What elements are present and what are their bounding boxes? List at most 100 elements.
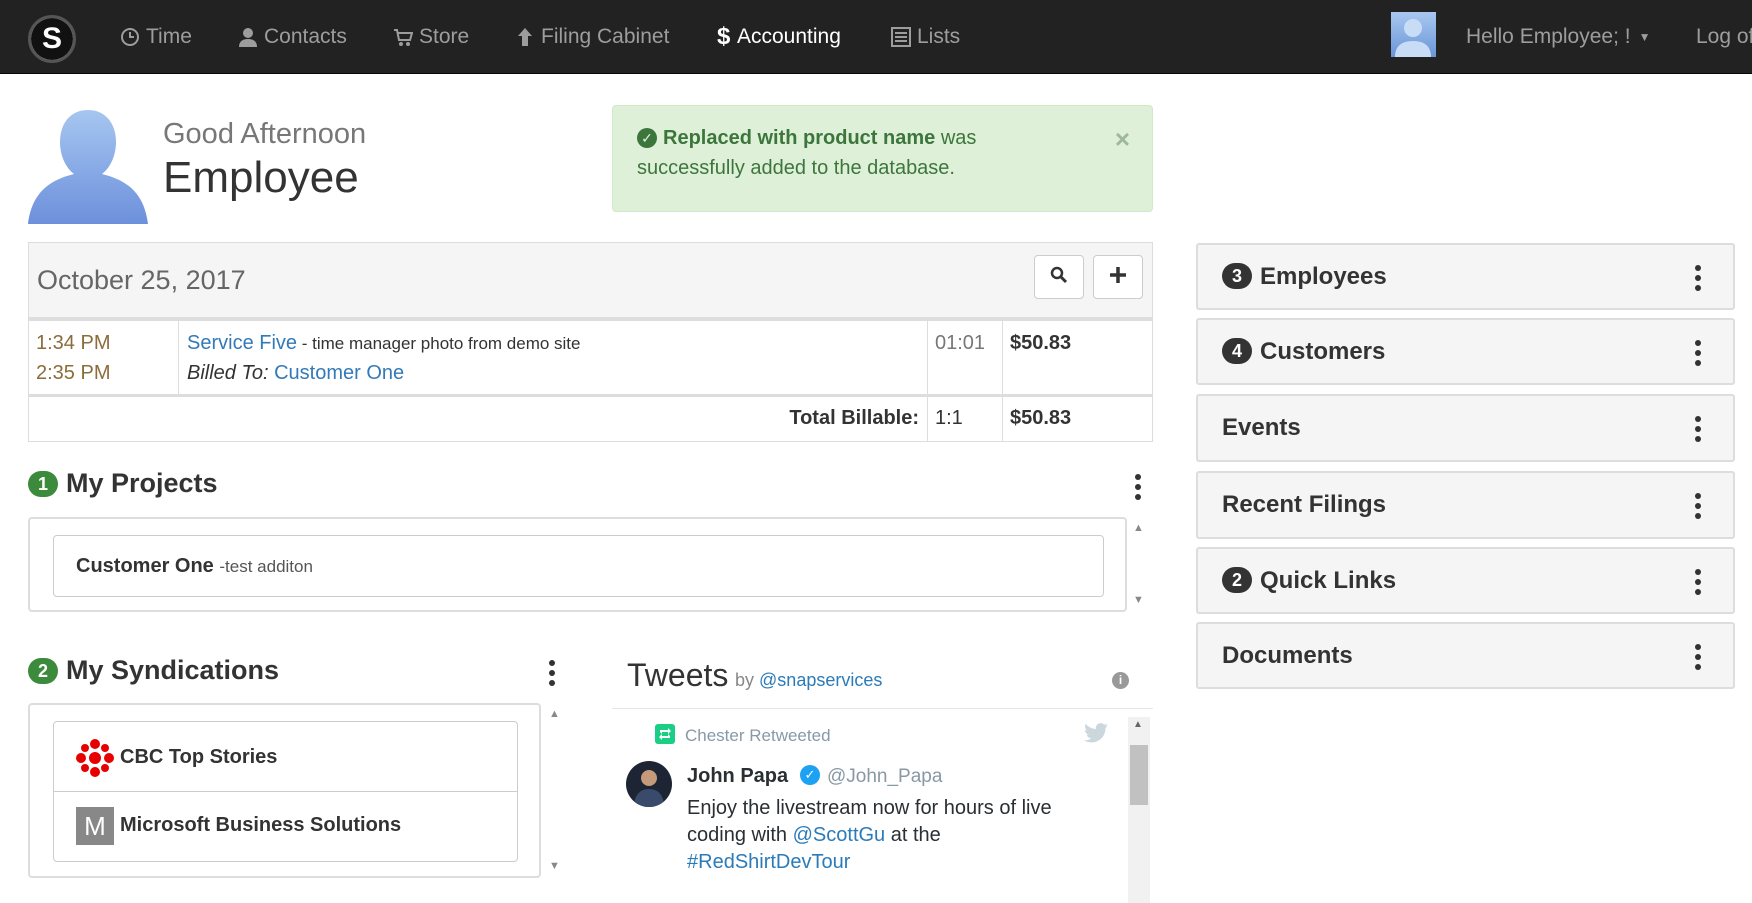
add-button[interactable] <box>1093 255 1143 299</box>
entry-end-time: 2:35 PM <box>36 362 111 384</box>
panel-title: 2 Quick Links <box>1222 567 1396 595</box>
panel-title-text: Customers <box>1260 338 1386 365</box>
tweet-text: Enjoy the livestream now for hours of li… <box>687 795 1052 876</box>
check-circle-icon: ✓ <box>637 128 657 148</box>
entry-service: Service Five - time manager photo from d… <box>187 332 581 355</box>
nav-lists[interactable]: Lists <box>891 22 960 52</box>
logout-link[interactable]: Log of <box>1696 22 1752 52</box>
entry-start-time: 1:34 PM <box>36 332 111 354</box>
panel-documents[interactable]: Documents <box>1196 622 1735 689</box>
dollar-icon: $ <box>717 23 731 50</box>
entry-duration: 01:01 <box>935 332 986 354</box>
customers-menu-icon[interactable] <box>1695 340 1701 366</box>
project-item[interactable]: Customer One -test additon <box>53 535 1104 597</box>
nav-filing-cabinet-label: Filing Cabinet <box>541 25 670 48</box>
tweet-author-name[interactable]: John Papa <box>687 765 788 788</box>
syndications-title: My Syndications <box>66 655 280 685</box>
syndications-menu-icon[interactable] <box>549 660 555 686</box>
nav-filing-cabinet[interactable]: Filing Cabinet <box>515 22 669 52</box>
projects-menu-icon[interactable] <box>1135 474 1141 500</box>
scroll-down-icon[interactable]: ▼ <box>1133 594 1144 606</box>
nav-store[interactable]: Store <box>393 22 469 52</box>
greeting-text: Good Afternoon <box>163 118 367 150</box>
nav-lists-label: Lists <box>917 25 961 48</box>
tweets-handle-link[interactable]: @snapservices <box>759 670 882 690</box>
plus-icon <box>1109 266 1127 289</box>
syndication-item-microsoft[interactable]: M Microsoft Business Solutions <box>53 791 518 862</box>
nav-store-label: Store <box>419 25 470 48</box>
search-icon <box>1050 266 1068 289</box>
clock-icon <box>120 27 140 47</box>
tweet-mention-link[interactable]: @ScottGu <box>793 824 886 846</box>
panel-recent-filings[interactable]: Recent Filings <box>1196 471 1735 539</box>
panel-quick-links[interactable]: 2 Quick Links <box>1196 547 1735 614</box>
tweet-text-line2b: at the <box>885 824 941 846</box>
events-menu-icon[interactable] <box>1695 416 1701 442</box>
panel-employees[interactable]: 3 Employees <box>1196 243 1735 310</box>
tweet-scroll-thumb[interactable] <box>1130 745 1148 805</box>
quick-links-menu-icon[interactable] <box>1695 569 1701 595</box>
entry-description: - time manager photo from demo site <box>297 334 581 353</box>
syndications-heading: 2 My Syndications <box>28 655 279 686</box>
list-icon <box>891 27 911 47</box>
user-menu[interactable]: Hello Employee; ! ▼ <box>1466 22 1650 52</box>
employees-menu-icon[interactable] <box>1695 265 1701 291</box>
entry-billed: Billed To: Customer One <box>187 362 404 385</box>
verified-badge-icon: ✓ <box>800 765 820 785</box>
info-icon[interactable]: i <box>1112 672 1129 689</box>
documents-menu-icon[interactable] <box>1695 644 1701 670</box>
panel-title: Events <box>1222 414 1301 441</box>
customer-link[interactable]: Customer One <box>274 362 404 384</box>
tweet-timeline: Chester Retweeted John Papa ✓ @John_Papa… <box>612 708 1153 903</box>
syndications-count-badge: 2 <box>28 658 58 684</box>
panel-title: 4 Customers <box>1222 338 1385 366</box>
panel-title: Documents <box>1222 642 1353 669</box>
total-duration: 1:1 <box>935 407 963 429</box>
user-name-heading: Employee <box>163 153 359 202</box>
syndications-list: CBC Top Stories M Microsoft Business Sol… <box>28 703 541 878</box>
user-avatar[interactable] <box>1391 12 1436 57</box>
panel-events[interactable]: Events <box>1196 394 1735 462</box>
retweet-icon <box>655 724 675 749</box>
recent-filings-menu-icon[interactable] <box>1695 493 1701 519</box>
scroll-up-icon[interactable]: ▲ <box>549 708 560 720</box>
app-logo[interactable]: S <box>28 15 76 63</box>
timesheet-header: October 25, 2017 <box>28 242 1153 318</box>
nav-time[interactable]: Time <box>120 22 192 52</box>
scroll-down-icon[interactable]: ▼ <box>549 860 560 872</box>
search-button[interactable] <box>1034 255 1084 299</box>
syndication-name: CBC Top Stories <box>120 746 278 768</box>
scroll-up-icon[interactable]: ▲ <box>1133 522 1144 534</box>
logo-letter: S <box>31 18 73 60</box>
close-icon[interactable]: × <box>1115 124 1130 154</box>
panel-customers[interactable]: 4 Customers <box>1196 318 1735 385</box>
panel-title-text: Employees <box>1260 263 1387 290</box>
employees-count-badge: 3 <box>1222 263 1252 289</box>
microsoft-m-icon: M <box>76 807 114 845</box>
nav-contacts[interactable]: Contacts <box>238 22 347 52</box>
service-link[interactable]: Service Five <box>187 332 297 354</box>
alert-product-name: Replaced with product name <box>663 127 936 149</box>
tweet-text-line1: Enjoy the livestream now for hours of li… <box>687 797 1052 819</box>
tweet-hashtag-link[interactable]: #RedShirtDevTour <box>687 851 850 873</box>
tweet-scrollbar[interactable]: ▲ <box>1128 717 1150 903</box>
twitter-bird-icon[interactable] <box>1084 723 1108 748</box>
syndication-item-cbc[interactable]: CBC Top Stories <box>53 721 518 792</box>
top-navbar: S Time Contacts Store Filing Cabinet $ A… <box>0 0 1752 74</box>
customers-count-badge: 4 <box>1222 338 1252 364</box>
user-icon <box>238 27 258 47</box>
tweets-title: Tweets <box>627 657 729 693</box>
tweet-author-avatar[interactable] <box>626 761 672 807</box>
quick-links-count-badge: 2 <box>1222 567 1252 593</box>
arrow-up-icon <box>515 27 535 47</box>
nav-accounting-label: Accounting <box>737 25 841 48</box>
panel-title: Recent Filings <box>1222 491 1387 518</box>
nav-accounting[interactable]: $ Accounting <box>717 22 841 52</box>
syndication-name: Microsoft Business Solutions <box>120 814 402 836</box>
tweet-author-handle[interactable]: @John_Papa <box>827 766 942 788</box>
projects-heading: 1 My Projects <box>28 468 218 499</box>
total-label: Total Billable: <box>789 407 919 429</box>
project-name: Customer One <box>76 555 214 577</box>
entry-amount: $50.83 <box>1010 332 1072 354</box>
scroll-up-icon[interactable]: ▲ <box>1133 719 1143 730</box>
